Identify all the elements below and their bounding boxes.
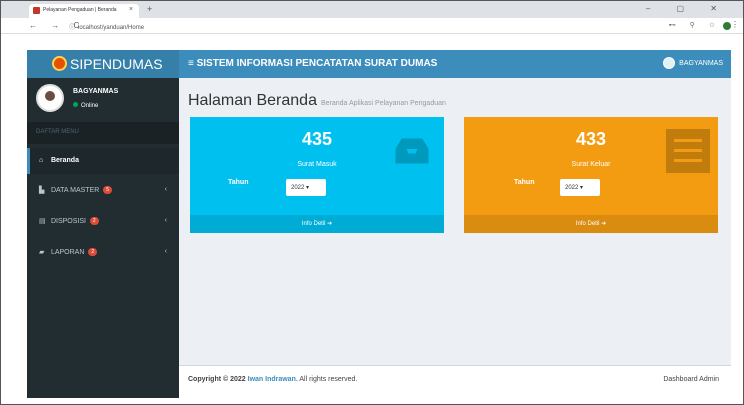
avatar [36,84,64,112]
book-icon: ▰ [39,249,45,256]
profile-avatar[interactable] [723,22,731,30]
author-link[interactable]: Iwan Indrawan. [248,376,298,383]
rights-text: All rights reserved. [299,376,358,383]
main-content: Halaman Beranda Beranda Aplikasi Pelayana… [179,78,731,365]
surat-masuk-box: 435 Surat Masuk Tahun 2022 ▾ Info Detil … [190,117,444,233]
window-controls[interactable]: – ▢ ✕ [646,4,729,13]
sidebar-item-disposisi[interactable]: ▤ DISPOSISI 2 ‹ [27,208,179,234]
user-status: Online [73,102,98,109]
user-avatar-icon [663,57,676,69]
user-status-text: Online [81,103,99,109]
browser-tab[interactable]: Pelayanan Pengaduan | Beranda × [29,4,139,18]
sidebar-item-beranda[interactable]: ⌂ Beranda [27,148,179,174]
user-panel: BAGYANMAS Online [27,78,179,122]
surat-masuk-label: Surat Masuk [297,161,337,168]
info-detil-link[interactable]: Info Detil ➜ [464,215,718,233]
favicon-icon [33,7,40,14]
logo-text: SIPENDUMAS [70,56,163,72]
count-badge: 2 [89,217,99,226]
copyright-text: Copyright © 2022 [188,376,246,383]
top-header: ≡ SISTEM INFORMASI PENCATATAN SURAT DUMA… [179,50,731,78]
list-icon: ▤ [39,218,46,225]
address-bar-row: ← → C ⓘ localhost/yanduan/Home ⊷ ⚲ ☆ ⋮ [1,18,743,34]
chevron-left-icon: ‹ [164,186,167,193]
file-icon: ▙ [39,187,45,194]
chevron-left-icon: ‹ [164,248,167,255]
page-footer: Copyright © 2022 Iwan Indrawan. All righ… [179,365,731,398]
surat-masuk-count: 435 [301,129,333,149]
url-text: localhost/yanduan/Home [78,25,145,31]
sidebar-item-label: Beranda [50,157,79,164]
sidebar-item-label: LAPORAN [50,249,85,256]
logo-emblem-icon [52,56,67,71]
menu-kebab-icon[interactable]: ⋮ [731,20,739,29]
tab-close-icon[interactable]: × [129,6,133,13]
year-select[interactable]: 2022 ▾ [560,179,600,196]
chevron-left-icon: ‹ [164,217,167,224]
user-name: BAGYANMAS [73,88,119,95]
sidebar-item-laporan[interactable]: ▰ LAPORAN 2 ‹ [27,239,179,265]
year-select[interactable]: 2022 ▾ [286,179,326,196]
count-badge: 2 [88,248,98,257]
online-dot-icon [73,102,78,107]
sidebar-item-label: DISPOSISI [50,218,86,225]
header-user-menu[interactable]: BAGYANMAS [663,57,723,69]
page-title-text: Halaman Beranda [188,92,317,109]
info-icon[interactable]: ⓘ [69,25,75,31]
header-title[interactable]: ≡ SISTEM INFORMASI PENCATATAN SURAT DUMA… [188,58,437,69]
menu-header: DAFTAR MENU [27,122,179,144]
sidebar-item-label: DATA MASTER [50,187,100,194]
url-action-icons[interactable]: ⊷ ⚲ ☆ [669,21,721,29]
footer-right-text: Dashboard Admin [663,376,719,383]
page-title: Halaman Beranda Beranda Aplikasi Pelayana… [188,92,446,110]
tahun-label: Tahun [228,179,249,186]
copyright: Copyright © 2022 Iwan Indrawan. All righ… [188,376,357,383]
page-subtitle: Beranda Aplikasi Pelayanan Pengaduan [320,100,446,107]
info-detil-link[interactable]: Info Detil ➜ [190,215,444,233]
sidebar-item-data-master[interactable]: ▙ DATA MASTER 5 ‹ [27,177,179,203]
app-logo[interactable]: SIPENDUMAS [27,50,179,78]
header-username: BAGYANMAS [679,59,723,67]
tahun-label: Tahun [514,179,535,186]
home-icon: ⌂ [39,157,44,164]
surat-keluar-label: Surat Keluar [571,161,611,168]
count-badge: 5 [103,186,113,195]
browser-tab-bar: Pelayanan Pengaduan | Beranda × + – ▢ ✕ [1,1,743,18]
url-field[interactable]: ⓘ localhost/yanduan/Home [69,20,669,32]
tab-title: Pelayanan Pengaduan | Beranda [43,7,117,13]
surat-keluar-box: 433 Surat Keluar Tahun 2022 ▾ Info Detil… [464,117,718,233]
new-tab-button[interactable]: + [147,4,152,14]
surat-keluar-count: 433 [575,129,607,149]
